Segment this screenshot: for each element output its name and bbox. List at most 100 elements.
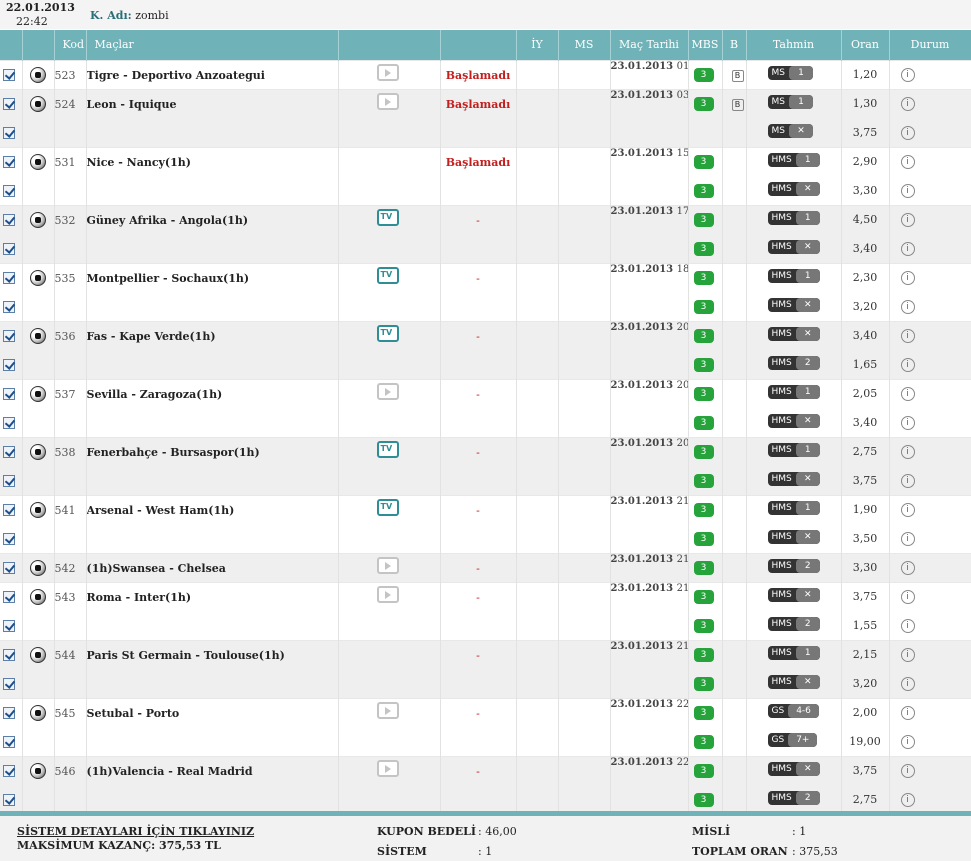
info-icon[interactable]: i [900, 183, 915, 198]
live-tv-icon[interactable] [376, 498, 399, 516]
info-icon[interactable]: i [900, 590, 915, 605]
prediction-type: GS [771, 734, 785, 745]
mbs-cell: 3 [688, 611, 723, 640]
prediction-type: HMS [771, 648, 792, 659]
mbs-badge: 3 [693, 618, 714, 633]
selection-checkbox[interactable] [3, 69, 15, 81]
info-icon[interactable]: i [900, 473, 915, 488]
tv-cell [338, 146, 441, 205]
info-icon[interactable]: i [900, 357, 915, 372]
mbs-cell: 3 [688, 408, 723, 437]
selection-checkbox[interactable] [3, 562, 15, 574]
info-icon[interactable]: i [900, 734, 915, 749]
info-icon[interactable]: i [900, 503, 915, 518]
mbs-badge: 3 [693, 415, 714, 430]
prediction-cell: HMS ✕ [746, 292, 842, 321]
match-code: 532 [54, 204, 87, 263]
info-icon[interactable]: i [900, 706, 915, 721]
prediction-type: HMS [771, 415, 792, 426]
match-date: 23.01.2013 21:45 [610, 494, 689, 553]
info-icon[interactable]: i [900, 531, 915, 546]
video-icon[interactable] [376, 92, 399, 110]
info-icon[interactable]: i [900, 241, 915, 256]
prediction-cell: HMS ✕ [746, 234, 842, 263]
selection-checkbox[interactable] [3, 446, 15, 459]
prediction-cell: MS 1 [746, 59, 842, 89]
selection-checkbox[interactable] [3, 126, 15, 139]
info-icon[interactable]: i [900, 125, 915, 140]
table-row: 537Sevilla - Zaragoza(1h) - 23.01.2013 20:… [0, 378, 971, 437]
selection-checkbox[interactable] [3, 532, 15, 545]
info-icon[interactable]: i [900, 97, 915, 112]
mbs-cell: 3 [688, 785, 723, 814]
selection-checkbox[interactable] [3, 707, 15, 720]
video-icon[interactable] [376, 382, 399, 400]
selection-checkbox[interactable] [3, 156, 15, 169]
selection-checkbox[interactable] [3, 591, 15, 604]
video-icon[interactable] [376, 63, 399, 81]
match-status: - [440, 436, 517, 495]
live-tv-icon[interactable] [376, 208, 399, 226]
info-icon[interactable]: i [900, 329, 915, 344]
live-tv-icon[interactable] [376, 440, 399, 458]
selection-checkbox[interactable] [3, 677, 15, 690]
selection-checkbox[interactable] [3, 330, 15, 343]
selection-checkbox[interactable] [3, 416, 15, 429]
selection-checkbox[interactable] [3, 272, 15, 285]
selection-checkbox[interactable] [3, 765, 15, 778]
video-icon[interactable] [376, 701, 399, 719]
info-icon[interactable]: i [900, 764, 915, 779]
selection-checkbox[interactable] [3, 474, 15, 487]
match-status: - [440, 204, 517, 263]
info-icon[interactable]: i [900, 387, 915, 402]
info-icon[interactable]: i [900, 299, 915, 314]
selection-checkbox[interactable] [3, 619, 15, 632]
table-row: 544 Paris St Germain - Toulouse(1h) - 23.01… [0, 639, 971, 698]
b-cell [722, 727, 747, 756]
selection-checkbox[interactable] [3, 98, 15, 111]
selection-checkbox[interactable] [3, 214, 15, 227]
prediction-type: MS [771, 125, 785, 136]
selection-checkbox[interactable] [3, 735, 15, 748]
b-cell [722, 204, 747, 234]
ms-cell [558, 581, 611, 640]
info-icon[interactable]: i [900, 155, 915, 170]
selection-checkbox[interactable] [3, 300, 15, 313]
info-icon[interactable]: i [900, 271, 915, 286]
info-icon[interactable]: i [900, 793, 915, 807]
system-value: : 1 [478, 845, 493, 858]
selection-checkbox[interactable] [3, 242, 15, 255]
info-icon[interactable]: i [900, 213, 915, 228]
selection-checkbox[interactable] [3, 184, 15, 197]
info-icon[interactable]: i [900, 676, 915, 691]
selection-checkbox[interactable] [3, 504, 15, 517]
info-icon[interactable]: i [900, 68, 915, 82]
info-icon[interactable]: i [900, 648, 915, 663]
odds-value: 3,75 [841, 466, 890, 495]
selection-checkbox[interactable] [3, 794, 15, 806]
video-icon[interactable] [376, 556, 399, 574]
odds-value: 1,55 [841, 611, 890, 640]
selection-checkbox[interactable] [3, 388, 15, 401]
prediction-type: HMS [771, 299, 792, 310]
selection-checkbox[interactable] [3, 358, 15, 371]
coupon-amount-label: KUPON BEDELİ [377, 825, 476, 838]
coupon-amount-value: : 46,00 [478, 825, 517, 838]
col-matches-header: Maçlar [86, 30, 339, 60]
prediction-cell: HMS 1 [746, 204, 842, 234]
coupon-table: Kod Maçlar İY MS Maç Tarihi MBS B Tahmin Oran Dur… [0, 30, 971, 814]
match-day: 23.01.2013 [610, 582, 677, 594]
video-icon[interactable] [376, 759, 399, 777]
match-date: 23.01.2013 18:00 [610, 262, 689, 321]
video-icon[interactable] [376, 585, 399, 603]
selection-checkbox[interactable] [3, 649, 15, 662]
info-icon[interactable]: i [900, 561, 915, 575]
info-icon[interactable]: i [900, 618, 915, 633]
info-icon[interactable]: i [900, 415, 915, 430]
prediction-cell: HMS ✕ [746, 669, 842, 698]
prediction-cell: HMS ✕ [746, 176, 842, 205]
info-icon[interactable]: i [900, 445, 915, 460]
live-tv-icon[interactable] [376, 266, 399, 284]
system-details-link[interactable]: SİSTEM DETAYLARI İÇİN TIKLAYINIZ [17, 825, 254, 838]
live-tv-icon[interactable] [376, 324, 399, 342]
